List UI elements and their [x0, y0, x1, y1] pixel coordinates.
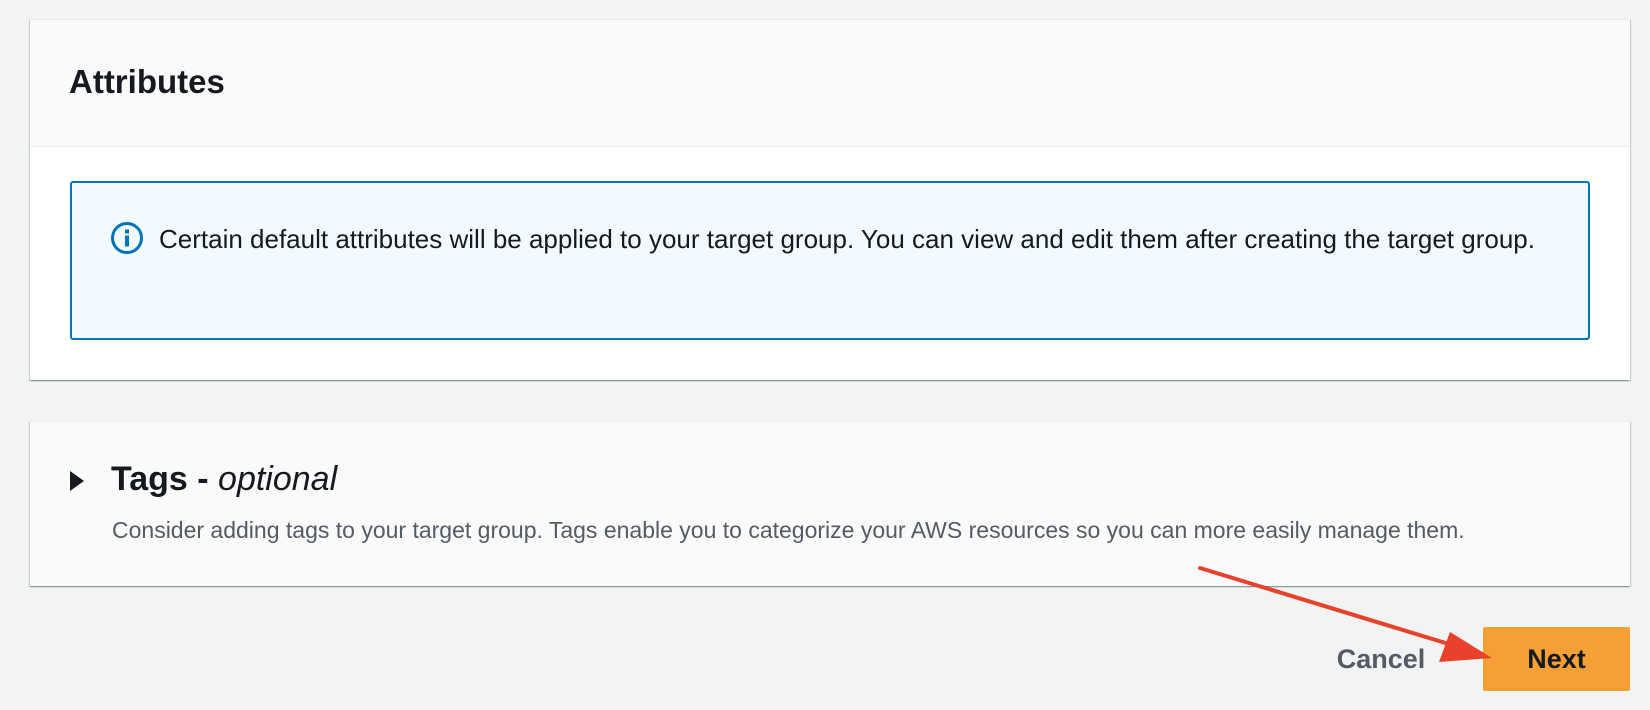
next-button[interactable]: Next	[1483, 627, 1630, 691]
attributes-title: Attributes	[69, 62, 225, 100]
info-icon	[111, 222, 143, 254]
page: Attributes Certain default attributes wi…	[0, 0, 1650, 710]
tags-description: Consider adding tags to your target grou…	[112, 517, 1465, 543]
info-alert: Certain default attributes will be appli…	[70, 181, 1590, 340]
info-message: Certain default attributes will be appli…	[159, 224, 1535, 254]
tags-optional-label: optional	[218, 460, 338, 498]
attributes-panel: Attributes Certain default attributes wi…	[30, 19, 1630, 380]
cancel-button[interactable]: Cancel	[1316, 627, 1446, 691]
caret-right-icon[interactable]	[70, 471, 84, 491]
tags-expand-toggle[interactable]: Tags - optional	[111, 460, 337, 499]
attributes-panel-header: Attributes	[30, 20, 1630, 147]
tags-panel: Tags - optional Consider adding tags to …	[30, 421, 1630, 586]
tags-title: Tags -	[111, 460, 219, 498]
